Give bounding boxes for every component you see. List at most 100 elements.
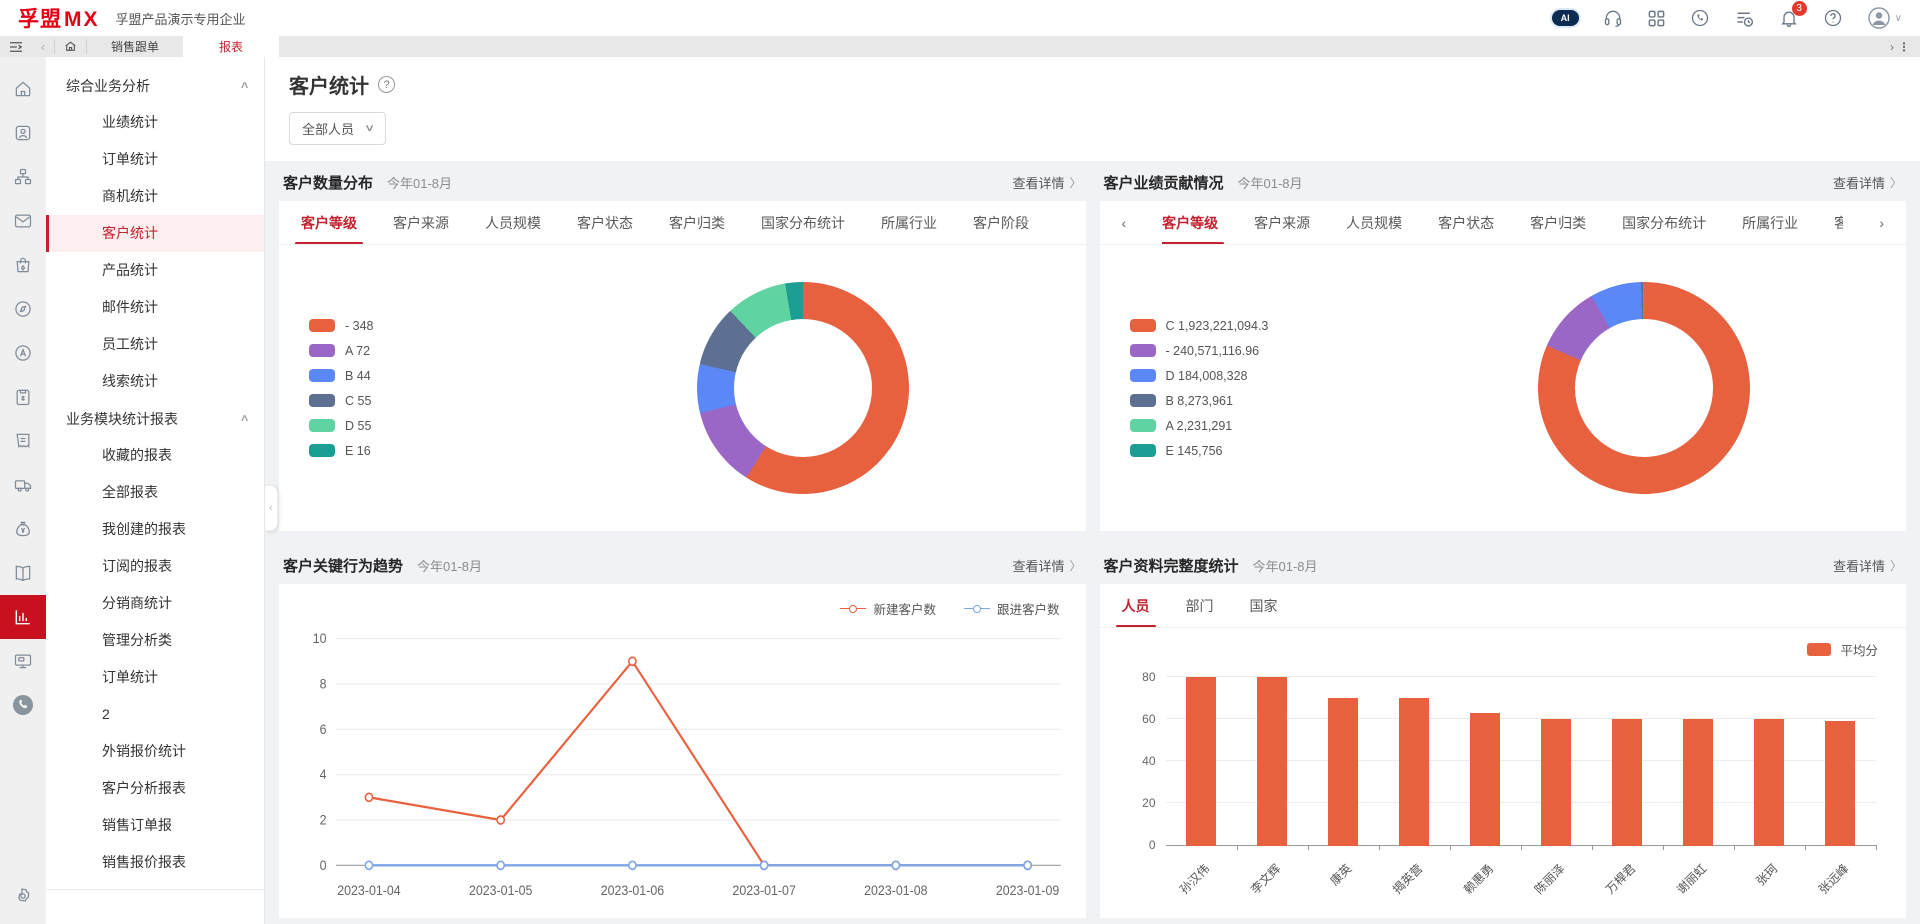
workspace-tab-sales[interactable]: 销售跟单 [87,36,183,57]
bar-谢丽虹[interactable] [1683,719,1713,846]
bar-孙汉伟[interactable] [1186,677,1216,846]
sidebar-item-收藏的报表[interactable]: 收藏的报表 [46,437,264,474]
collapse-sidebar-icon[interactable] [0,36,32,57]
tab-客户等级[interactable]: 客户等级 [301,201,357,245]
tab-客户来源[interactable]: 客户来源 [393,201,449,245]
legend-item[interactable]: B 8,273,961 [1130,394,1382,408]
view-details-link[interactable]: 查看详情〉 [1833,173,1902,192]
sidebar-item-订单统计[interactable]: 订单统计 [46,141,264,178]
settings-gear-icon[interactable] [0,874,46,918]
bar-张远峰[interactable] [1825,721,1855,846]
nav-forward-icon[interactable]: › [1890,40,1894,54]
logistics-truck-icon[interactable] [0,463,46,507]
legend-item[interactable]: E 145,756 [1130,444,1382,458]
orders-receipt-icon[interactable] [0,419,46,463]
legend-item[interactable]: B 44 [309,369,521,383]
funds-bag-icon[interactable] [0,507,46,551]
org-structure-icon[interactable] [0,155,46,199]
headset-icon[interactable] [1603,8,1623,28]
sidebar-item-邮件统计[interactable]: 邮件统计 [46,289,264,326]
bar-李文辉[interactable] [1257,677,1287,846]
compass-icon[interactable] [0,287,46,331]
sidebar-item-商机统计[interactable]: 商机统计 [46,178,264,215]
sidebar-item-管理分析类[interactable]: 管理分析类 [46,622,264,659]
marketing-a-icon[interactable] [0,331,46,375]
tab-国家[interactable]: 国家 [1250,584,1278,628]
view-details-link[interactable]: 查看详情〉 [1012,556,1081,575]
help-icon[interactable] [1823,8,1843,28]
sidebar-item-业绩统计[interactable]: 业绩统计 [46,104,264,141]
task-list-clock-icon[interactable] [1734,8,1755,29]
tab-客户等级[interactable]: 客户等级 [1162,201,1218,245]
sidebar-item-客户分析报表[interactable]: 客户分析报表 [46,770,264,807]
tab-部门[interactable]: 部门 [1186,584,1214,628]
sidebar-item-线索统计[interactable]: 线索统计 [46,363,264,400]
sidebar-item-销售报价报表[interactable]: 销售报价报表 [46,844,264,881]
section-collapse-icon[interactable]: ∧ [239,80,249,91]
ai-assistant-icon[interactable]: AI [1552,10,1579,26]
knowledge-book-icon[interactable] [0,551,46,595]
sidebar-item-分销商统计[interactable]: 分销商统计 [46,585,264,622]
workspace-tab-reports[interactable]: 报表 [183,36,279,57]
view-details-link[interactable]: 查看详情〉 [1833,556,1902,575]
key-behavior-line-chart[interactable]: 02468102023-01-042023-01-052023-01-06202… [279,618,1086,918]
tab-客户阶段[interactable]: 客户阶段 [1834,201,1843,245]
customer-count-donut-chart[interactable] [697,282,909,494]
home-icon[interactable] [0,67,46,111]
page-help-icon[interactable]: ? [378,76,395,93]
legend-item[interactable]: - 240,571,116.96 [1130,344,1382,358]
sidebar-item-全部报表[interactable]: 全部报表 [46,474,264,511]
bar-张珂[interactable] [1754,719,1784,846]
legend-item[interactable]: C 55 [309,394,521,408]
tab-所属行业[interactable]: 所属行业 [881,201,937,245]
tab-客户状态[interactable]: 客户状态 [577,201,633,245]
bar-万桿君[interactable] [1612,719,1642,846]
tab-人员规模[interactable]: 人员规模 [1346,201,1402,245]
user-avatar[interactable]: ∨ [1867,6,1902,30]
nav-back-icon[interactable]: ‹ [32,36,54,57]
product-bag-icon[interactable] [0,243,46,287]
tab-客户状态[interactable]: 客户状态 [1438,201,1494,245]
sidebar-item-产品统计[interactable]: 产品统计 [46,252,264,289]
sidebar-item-订阅的报表[interactable]: 订阅的报表 [46,548,264,585]
legend-item[interactable]: A 72 [309,344,521,358]
home-icon[interactable] [55,36,86,57]
contacts-icon[interactable] [0,111,46,155]
sidebar-item-外销报价统计[interactable]: 外销报价统计 [46,733,264,770]
tabs-scroll-left-icon[interactable]: ‹ [1122,215,1127,231]
legend-item[interactable]: E 16 [309,444,521,458]
sidebar-item-我创建的报表[interactable]: 我创建的报表 [46,511,264,548]
tab-所属行业[interactable]: 所属行业 [1742,201,1798,245]
legend-item[interactable]: D 55 [309,419,521,433]
legend-item[interactable]: A 2,231,291 [1130,419,1382,433]
tabs-scroll-right-icon[interactable]: › [1879,215,1884,231]
sidebar-item-销售订单报[interactable]: 销售订单报 [46,807,264,844]
personnel-filter-dropdown[interactable]: 全部人员 ∨ [289,112,386,145]
sidebar-item-2[interactable]: 2 [46,696,264,733]
bar-揭英营[interactable] [1399,698,1429,846]
whatsapp-icon[interactable] [0,683,46,727]
bar-赖惠勇[interactable] [1470,713,1500,846]
apps-grid-icon[interactable] [1647,9,1666,28]
sidebar-item-客户统计[interactable]: 客户统计 [46,215,264,252]
finance-clipboard-icon[interactable] [0,375,46,419]
tab-国家分布统计[interactable]: 国家分布统计 [1622,201,1706,245]
legend-item[interactable]: D 184,008,328 [1130,369,1382,383]
tab-人员[interactable]: 人员 [1122,584,1150,628]
bar-陈丽泽[interactable] [1541,719,1571,846]
whatsapp-icon[interactable] [1690,8,1710,28]
tab-人员规模[interactable]: 人员规模 [485,201,541,245]
customer-performance-donut-chart[interactable] [1538,282,1750,494]
report-chart-icon[interactable] [0,595,46,639]
bar-康英[interactable] [1328,698,1358,846]
legend-item-跟进客户数[interactable]: 跟进客户数 [964,599,1060,618]
sidebar-collapse-handle[interactable]: ‹ [265,485,278,531]
view-details-link[interactable]: 查看详情〉 [1012,173,1081,192]
sidebar-item-订单统计[interactable]: 订单统计 [46,659,264,696]
legend-item[interactable]: - 348 [309,319,521,333]
legend-label[interactable]: 平均分 [1840,640,1878,659]
tab-客户归类[interactable]: 客户归类 [1530,201,1586,245]
app-logo[interactable]: 孚盟MX [18,3,100,33]
tab-国家分布统计[interactable]: 国家分布统计 [761,201,845,245]
legend-item[interactable]: C 1,923,221,094.3 [1130,319,1382,333]
